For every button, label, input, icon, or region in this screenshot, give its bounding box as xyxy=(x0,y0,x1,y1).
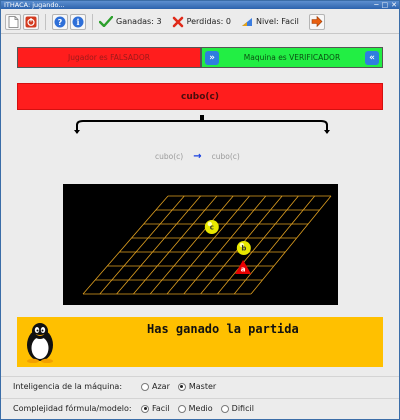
penguin-icon xyxy=(27,323,53,363)
window-title: ITHACA: jugando... xyxy=(4,1,65,9)
exit-button[interactable] xyxy=(308,13,325,30)
complexity-option-hard[interactable]: Dificil xyxy=(220,404,254,413)
toolbar: ? i Ganadas: 3 Perdidas: 0 Nivel: Facil xyxy=(1,10,399,34)
intelligence-option-label: Master xyxy=(188,382,217,391)
piece-label: a xyxy=(241,266,246,274)
radio-circle-icon[interactable] xyxy=(177,404,186,413)
sub-formula-row: cubo(c) → cubo(c) xyxy=(155,151,240,162)
radio-circle-checked-icon[interactable] xyxy=(177,382,186,391)
grid-column-line xyxy=(116,195,201,295)
minimize-button[interactable]: ─ xyxy=(374,1,378,9)
complexity-option-easy[interactable]: Facil xyxy=(141,404,170,413)
formula-branch-icon xyxy=(74,115,330,134)
grid-column-line xyxy=(217,195,299,295)
games-lost-label: Perdidas: 0 xyxy=(186,17,231,26)
level-icon xyxy=(241,17,252,26)
piece-label: c xyxy=(210,224,214,232)
info-button[interactable]: i xyxy=(70,13,86,30)
svg-text:i: i xyxy=(76,17,79,27)
double-chevron-right-icon[interactable]: » xyxy=(205,51,219,65)
piece-c[interactable]: c xyxy=(204,220,219,234)
world-board[interactable]: c b a xyxy=(63,184,338,305)
games-won-label: Ganadas: 3 xyxy=(116,17,162,26)
result-message: Has ganado la partida xyxy=(147,322,299,336)
new-document-icon xyxy=(8,15,18,28)
complexity-option-label: Facil xyxy=(152,404,170,413)
help-button[interactable]: ? xyxy=(52,13,68,30)
intelligence-option-label: Azar xyxy=(152,382,170,391)
window-controls: ─ □ ✕ xyxy=(374,1,397,9)
level-label: Nivel: Facil xyxy=(255,17,299,26)
intelligence-option-master[interactable]: Master xyxy=(177,382,217,391)
app-window: ITHACA: jugando... ─ □ ✕ ? i Ganadas: 3 … xyxy=(0,0,400,420)
grid-column-line xyxy=(250,195,332,295)
grid-column-line xyxy=(82,195,169,295)
piece-label: b xyxy=(241,245,246,253)
double-chevron-left-icon[interactable]: « xyxy=(365,51,379,65)
stop-icon xyxy=(25,16,37,27)
grid-column-line xyxy=(166,195,250,295)
arrow-right-icon: → xyxy=(193,151,202,162)
machine-role-verifier: » Maquina es VERIFICADOR « xyxy=(201,47,383,68)
grid-column-line xyxy=(99,195,185,295)
svg-text:?: ? xyxy=(58,18,63,27)
games-won-stat: Ganadas: 3 xyxy=(99,16,162,27)
level-stat: Nivel: Facil xyxy=(241,17,299,27)
intelligence-label: Inteligencia de la máquina: xyxy=(13,382,123,391)
machine-role-label: Maquina es VERIFICADOR xyxy=(243,53,341,62)
grid-column-line xyxy=(149,195,234,295)
close-window-button[interactable]: ✕ xyxy=(391,1,397,9)
complexity-label: Complejidad fórmula/modelo: xyxy=(13,404,132,413)
formula-text: cubo(c) xyxy=(181,91,219,102)
formula-bar[interactable]: cubo(c) xyxy=(17,83,383,110)
board-grid[interactable]: c b a xyxy=(63,184,338,305)
complexity-option-label: Dificil xyxy=(231,404,254,413)
player-role-label: Jugador es FALSADOR xyxy=(68,53,150,62)
info-icon: i xyxy=(72,16,84,27)
toolbar-separator xyxy=(92,13,93,30)
radio-circle-icon[interactable] xyxy=(220,404,229,413)
radio-circle-icon[interactable] xyxy=(141,382,149,391)
sub-formula-right[interactable]: cubo(c) xyxy=(212,152,240,161)
new-game-button[interactable] xyxy=(5,13,21,30)
maximize-button[interactable]: □ xyxy=(382,1,389,9)
checkmark-icon xyxy=(99,16,113,27)
message-bar: Has ganado la partida xyxy=(17,317,383,367)
player-role-falsifier: Jugador es FALSADOR xyxy=(17,47,201,68)
cross-icon xyxy=(172,16,183,27)
help-icon: ? xyxy=(54,16,66,27)
complexity-option-label: Medio xyxy=(188,404,213,413)
grid-column-line xyxy=(133,195,218,295)
stop-button[interactable] xyxy=(23,13,39,30)
sub-formula-left[interactable]: cubo(c) xyxy=(155,152,183,161)
grid-column-line xyxy=(183,195,267,295)
piece-b[interactable]: b xyxy=(236,241,251,255)
exit-arrow-icon xyxy=(311,16,323,27)
radio-circle-checked-icon[interactable] xyxy=(141,404,149,413)
games-lost-stat: Perdidas: 0 xyxy=(172,16,231,28)
intelligence-option-random[interactable]: Azar xyxy=(141,382,170,391)
machine-intelligence-row: Inteligencia de la máquina: Azar Master xyxy=(1,376,399,396)
complexity-option-medium[interactable]: Medio xyxy=(177,404,213,413)
complexity-row: Complejidad fórmula/modelo: Facil Medio … xyxy=(1,398,399,418)
title-bar[interactable]: ITHACA: jugando... ─ □ ✕ xyxy=(1,1,399,9)
piece-a[interactable]: a xyxy=(235,260,252,274)
toolbar-separator xyxy=(45,13,46,30)
